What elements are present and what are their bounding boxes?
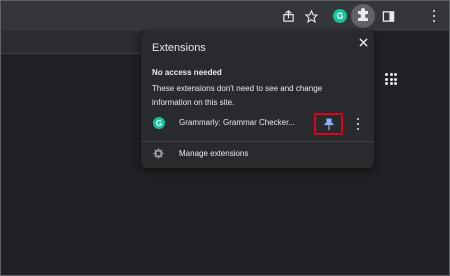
chrome-menu-icon[interactable] — [432, 10, 436, 22]
section-description: These extensions don't need to see and c… — [152, 84, 323, 107]
share-icon[interactable] — [280, 8, 296, 24]
grammarly-toolbar-letter: G — [333, 9, 347, 23]
extension-name: Grammarly: Grammar Checker... — [179, 118, 296, 127]
grammarly-extension-icon[interactable]: G — [332, 8, 348, 24]
apps-grid-icon[interactable] — [385, 73, 397, 85]
divider — [141, 141, 374, 142]
pin-icon — [324, 118, 333, 130]
extension-more-icon[interactable] — [355, 118, 361, 130]
grammarly-icon: G — [153, 117, 165, 129]
section-heading: No access needed — [152, 68, 222, 77]
popup-title: Extensions — [152, 42, 206, 54]
manage-extensions-label: Manage extensions — [179, 149, 249, 158]
extensions-popup: Extensions No access needed These extens… — [141, 31, 374, 168]
pin-button[interactable] — [314, 113, 343, 135]
star-icon[interactable] — [303, 8, 319, 24]
extension-row-grammarly[interactable]: G Grammarly: Grammar Checker... — [141, 113, 374, 135]
gear-icon — [153, 148, 164, 159]
close-icon[interactable] — [355, 34, 371, 50]
side-panel-icon[interactable] — [380, 8, 396, 24]
manage-extensions-row[interactable]: Manage extensions — [141, 145, 374, 163]
browser-toolbar: G — [1, 1, 449, 31]
extensions-button[interactable] — [351, 4, 375, 28]
content-strip — [1, 31, 141, 54]
extensions-puzzle-icon — [358, 8, 368, 21]
